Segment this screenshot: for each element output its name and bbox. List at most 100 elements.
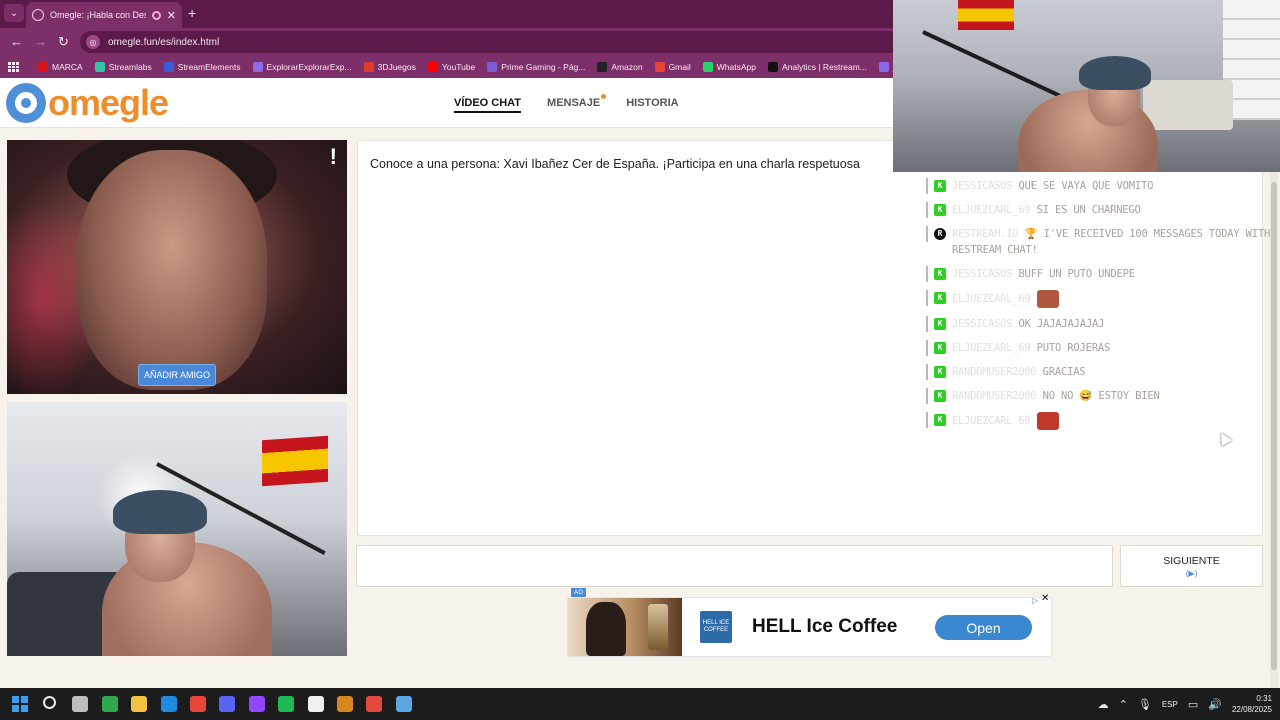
address-bar[interactable]: ◎ omegle.fun/es/index.html [80,31,960,53]
bookmark-label: ExplorarExplorarExp... [266,62,352,72]
bookmark-item[interactable]: Analytics | Restream... [767,62,867,72]
bookmark-label: Gmail [668,62,691,72]
report-icon[interactable]: ! [330,144,337,170]
bookmark-item[interactable]: WhatsApp [702,62,756,72]
network-icon[interactable]: ▭ [1188,698,1198,711]
notification-dot-icon [601,94,607,99]
taskbar-twitch-icon[interactable] [249,696,265,712]
bookmark-favicon-icon [252,62,263,72]
reload-icon[interactable]: ↻ [58,34,69,50]
message-body: ELJUEZCARL_69 SI ES UN CHARNEGO [952,202,1141,218]
nav-tab-label: MENSAJE [547,97,601,109]
nav-tab-story[interactable]: HISTORIA [626,97,678,113]
chat-text: BUFF UN PUTO UNDEPE [1018,268,1136,280]
taskbar-file-explorer-icon[interactable] [131,696,147,712]
start-menu-icon[interactable] [12,696,28,712]
ad-image-can [648,604,668,650]
scrollbar-thumb[interactable] [1271,182,1277,670]
tab-title: Omegle: ¡Habla con Descon [50,10,146,20]
bookmark-favicon-icon [427,62,438,72]
omegle-logo[interactable]: omegle [6,83,169,123]
microphone-icon[interactable]: 🎙 [1138,698,1152,711]
nav-tab-label: HISTORIA [626,97,679,109]
volume-icon[interactable]: 🔊 [1208,698,1222,711]
nav-tab-video-chat[interactable]: VÍDEO CHAT [454,97,522,113]
apps-grid-icon[interactable] [8,62,19,72]
chat-text: NO NO 😅 ESTOY BIEN [1042,390,1160,402]
streamer-webcam-overlay [893,0,1280,172]
omegle-nav: VÍDEO CHAT MENSAJE HISTORIA [454,94,679,113]
next-button[interactable]: SIGUIENTE (▶) [1120,545,1263,587]
page-scrollbar[interactable] [1270,172,1278,688]
taskbar-task-view-icon[interactable] [72,696,88,712]
nav-tab-label: VÍDEO CHAT [454,97,522,109]
taskbar-capcut-icon[interactable] [308,696,324,712]
bookmark-label: WhatsApp [716,62,756,72]
clock-time: 0:31 [1256,694,1272,703]
taskbar-search-icon[interactable] [43,696,56,709]
kick-platform-icon: K [934,292,946,304]
clock-date: 22/08/2025 [1231,705,1272,714]
tray-expand-icon[interactable]: ⌃ [1119,698,1128,711]
nav-tab-message[interactable]: MENSAJE [547,94,607,113]
kick-platform-icon: K [934,366,946,378]
chat-username: JESSICASOS [952,268,1013,280]
taskbar-discord-icon[interactable] [219,696,235,712]
taskbar-obs-icon[interactable] [337,696,353,712]
message-body: JESSICASOS OK JAJAJAJAJAJ [952,316,1104,332]
bookmark-favicon-icon [363,62,374,72]
browser-tab-active[interactable]: Omegle: ¡Habla con Descon ✕ [26,2,182,28]
chat-username: ELJUEZCARL_69 [952,204,1031,216]
ad-choices-icon[interactable]: ▷ [1032,596,1038,605]
forward-arrow-icon[interactable]: → [34,34,47,50]
bookmark-item[interactable]: Gmail [654,62,691,72]
taskbar-xbox-icon[interactable] [102,696,118,712]
overlay-chat-message: K JESSICASOS BUFF UN PUTO UNDEPE [926,266,1276,282]
taskbar-steam-tool-icon[interactable] [366,696,382,712]
message-body: ELJUEZCARL_69 [952,412,1059,430]
ad-banner[interactable]: HELL ICE COFFEE HELL Ice Coffee Open ▷ ✕ [567,593,1052,657]
bookmark-item[interactable]: YouTube [427,62,475,72]
bookmark-item[interactable]: StreamElements [163,62,241,72]
tab-search-menu-button[interactable]: ⌄ [4,4,24,22]
overlay-chat-message: K ELJUEZCARL_69 [926,290,1276,308]
message-accent-bar [926,226,928,242]
url-text[interactable]: omegle.fun/es/index.html [108,37,219,48]
clock[interactable]: 0:31 22/08/2025 [1232,693,1272,715]
bookmark-item[interactable]: 3DJuegos [363,62,416,72]
site-info-icon[interactable]: ◎ [86,35,100,49]
ad-headline[interactable]: HELL Ice Coffee [752,616,897,638]
taskbar-chrome-icon[interactable] [190,696,206,712]
chat-text: QUE SE VAYA QUE VOMITO [1018,180,1154,192]
weather-icon[interactable]: ☁ [1098,698,1109,711]
bookmark-item[interactable]: MARCA [38,62,83,72]
overlay-chat-message: K JESSICASOS OK JAJAJAJAJAJ [926,316,1276,332]
taskbar-spotify-icon[interactable] [278,696,294,712]
ad-image[interactable] [568,598,682,656]
chat-username: JESSICASOS [952,318,1013,330]
language-indicator[interactable]: ESP [1162,700,1178,709]
message-accent-bar [926,388,928,404]
bookmark-item[interactable]: Prime Gaming - Pág... [487,62,585,72]
kick-platform-icon: K [934,414,946,426]
bookmark-item[interactable]: Amazon [597,62,643,72]
ad-open-button[interactable]: Open [935,615,1032,640]
back-arrow-icon[interactable]: ← [10,34,23,50]
chat-username: ELJUEZCARL_69 [952,342,1031,354]
message-input[interactable] [356,545,1113,587]
add-friend-button[interactable]: AÑADIR AMIGO [138,364,216,386]
chat-emote-icon [1036,290,1059,308]
chat-text: PUTO ROJERAS [1036,342,1111,354]
bookmark-item[interactable]: Streamlabs [94,62,152,72]
bookmark-item[interactable]: ExplorarExplorarExp... [252,62,352,72]
tab-close-button[interactable]: ✕ [167,9,176,22]
message-accent-bar [926,290,928,306]
spain-flag [262,435,328,487]
overlay-chat-message: K RANDOMUSER2000 GRACIAS [926,364,1276,380]
message-accent-bar [926,178,928,194]
ad-close-icon[interactable]: ✕ [1041,593,1049,604]
taskbar-steam-icon[interactable] [396,696,412,712]
new-tab-button[interactable]: + [188,5,196,21]
taskbar-edge-icon[interactable] [161,696,177,712]
chat-intro-text: Conoce a una persona: Xavi Ibañez Cer de… [370,157,860,171]
